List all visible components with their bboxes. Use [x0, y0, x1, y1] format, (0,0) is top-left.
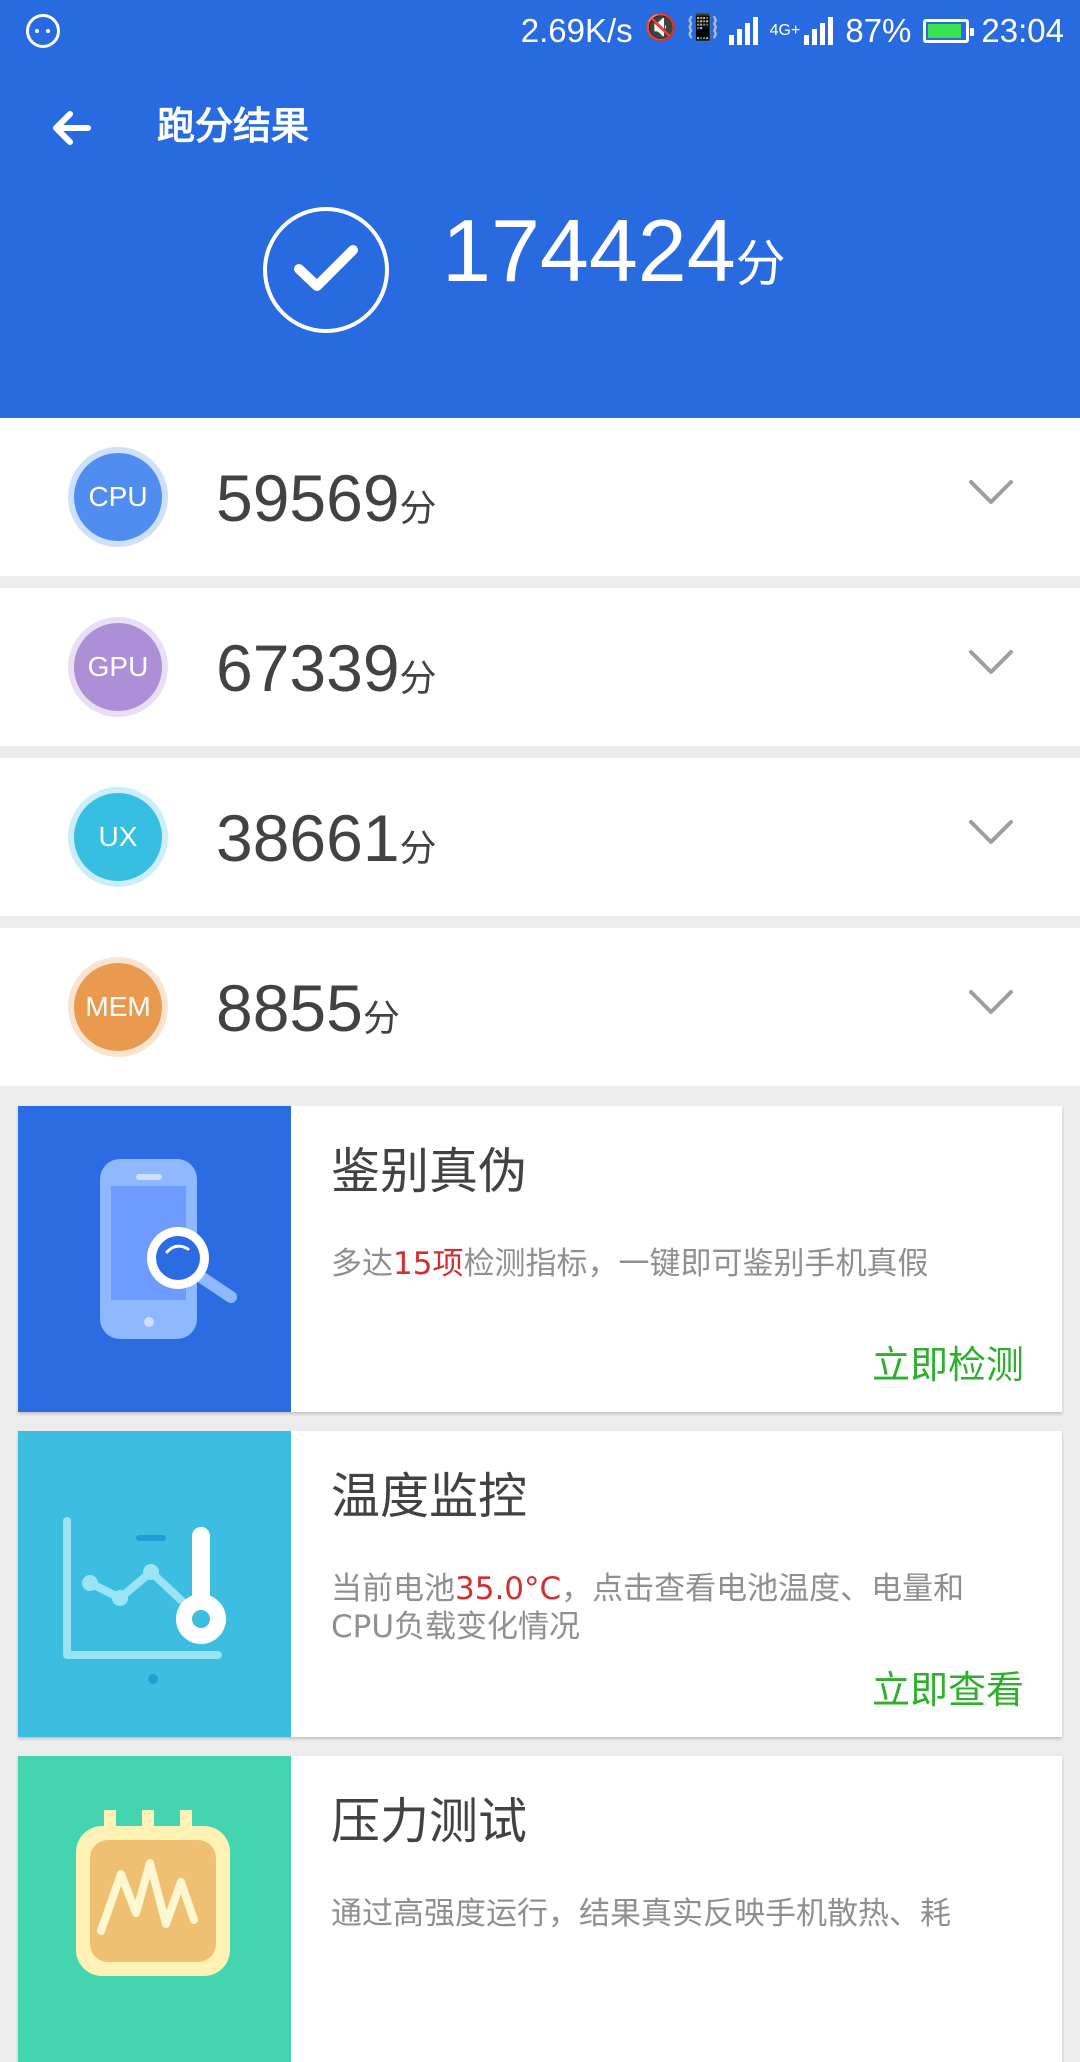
- page-title: 跑分结果: [157, 104, 310, 148]
- total-score: 174424分: [442, 206, 786, 296]
- cpu-score-unit: 分: [399, 487, 437, 530]
- vibrate-icon: [687, 12, 719, 46]
- total-score-unit: 分: [735, 235, 786, 293]
- total-score-value: 174424: [442, 201, 736, 300]
- detect-now-button[interactable]: 立即检测: [872, 1342, 1024, 1388]
- cpu-score: 59569分: [216, 462, 437, 534]
- ux-label: UX: [98, 821, 138, 852]
- chip-icon: [18, 1756, 291, 2062]
- mem-badge: MEM: [68, 957, 168, 1057]
- ux-score-unit: 分: [399, 827, 437, 870]
- gpu-badge: GPU: [68, 617, 168, 717]
- ux-badge: UX: [68, 787, 168, 887]
- cpu-score-value: 59569: [216, 461, 400, 535]
- cpu-badge: CPU: [68, 447, 168, 547]
- notification-icon: [26, 14, 60, 48]
- gpu-score-value: 67339: [216, 631, 400, 705]
- chevron-down-icon[interactable]: [968, 646, 1014, 678]
- signal-icon-2: [804, 17, 834, 45]
- mem-score: 8855分: [216, 972, 400, 1044]
- app-bar: 跑分结果: [0, 86, 1080, 166]
- cpu-score-row[interactable]: CPU 59569分: [0, 418, 1080, 576]
- battery-icon: [923, 19, 975, 43]
- ux-score: 38661分: [216, 802, 437, 874]
- ux-score-row[interactable]: UX 38661分: [0, 758, 1080, 916]
- temperature-chart-icon: [18, 1431, 291, 1737]
- clock: 23:04: [981, 12, 1064, 49]
- card-description: 当前电池35.0°C，点击查看电池温度、电量和CPU负载变化情况: [331, 1571, 965, 1645]
- temperature-card[interactable]: 温度监控 当前电池35.0°C，点击查看电池温度、电量和CPU负载变化情况 立即…: [18, 1431, 1062, 1737]
- mem-score-row[interactable]: MEM 8855分: [0, 928, 1080, 1086]
- chevron-down-icon[interactable]: [968, 816, 1014, 848]
- card-title: 温度监控: [331, 1468, 528, 1525]
- card-title: 压力测试: [331, 1793, 528, 1850]
- mem-score-value: 8855: [216, 971, 363, 1045]
- network-type: 4G+: [769, 22, 801, 39]
- ux-score-value: 38661: [216, 801, 400, 875]
- authenticity-card[interactable]: 鉴别真伪 多达15项检测指标，一键即可鉴别手机真假 立即检测: [18, 1106, 1062, 1412]
- battery-percent: 87%: [845, 12, 912, 49]
- cpu-label: CPU: [88, 481, 148, 512]
- mem-score-unit: 分: [362, 997, 400, 1040]
- gpu-label: GPU: [87, 651, 149, 682]
- check-circle-icon: [263, 207, 389, 333]
- gpu-score-unit: 分: [399, 657, 437, 700]
- back-arrow-icon[interactable]: [48, 104, 96, 152]
- stress-test-card[interactable]: 压力测试 通过高强度运行，结果真实反映手机散热、耗: [18, 1756, 1062, 2062]
- card-title: 鉴别真伪: [331, 1143, 528, 1200]
- header-panel: 2.69K/s 4G+ 87% 23:04 跑分结果 174424分: [0, 0, 1080, 418]
- status-right: 2.69K/s 4G+ 87% 23:04: [521, 12, 1064, 50]
- view-now-button[interactable]: 立即查看: [872, 1667, 1024, 1713]
- network-speed: 2.69K/s: [520, 12, 633, 49]
- mute-icon: [645, 12, 677, 46]
- chevron-down-icon[interactable]: [968, 986, 1014, 1018]
- chevron-down-icon[interactable]: [968, 476, 1014, 508]
- mem-label: MEM: [85, 991, 151, 1022]
- gpu-score: 67339分: [216, 632, 437, 704]
- gpu-score-row[interactable]: GPU 67339分: [0, 588, 1080, 746]
- phone-search-icon: [18, 1106, 291, 1412]
- signal-icon: [728, 17, 758, 45]
- status-bar: 2.69K/s 4G+ 87% 23:04: [0, 0, 1080, 62]
- card-description: 多达15项检测指标，一键即可鉴别手机真假: [331, 1246, 929, 1282]
- card-description: 通过高强度运行，结果真实反映手机散热、耗: [331, 1896, 951, 1932]
